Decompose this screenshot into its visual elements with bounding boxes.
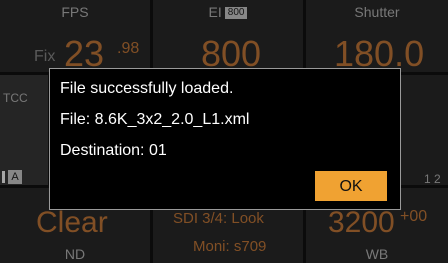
dialog-message: File successfully loaded. <box>60 80 234 97</box>
camera-screen: FPS Fix 23 .98 EI 800 800 Shutter 180.0 T… <box>0 0 448 263</box>
ok-button[interactable]: OK <box>315 171 387 201</box>
load-complete-dialog: File successfully loaded. File: 8.6K_3x2… <box>49 68 401 210</box>
dialog-file: File: 8.6K_3x2_2.0_L1.xml <box>60 111 250 128</box>
dialog-destination: Destination: 01 <box>60 142 167 159</box>
